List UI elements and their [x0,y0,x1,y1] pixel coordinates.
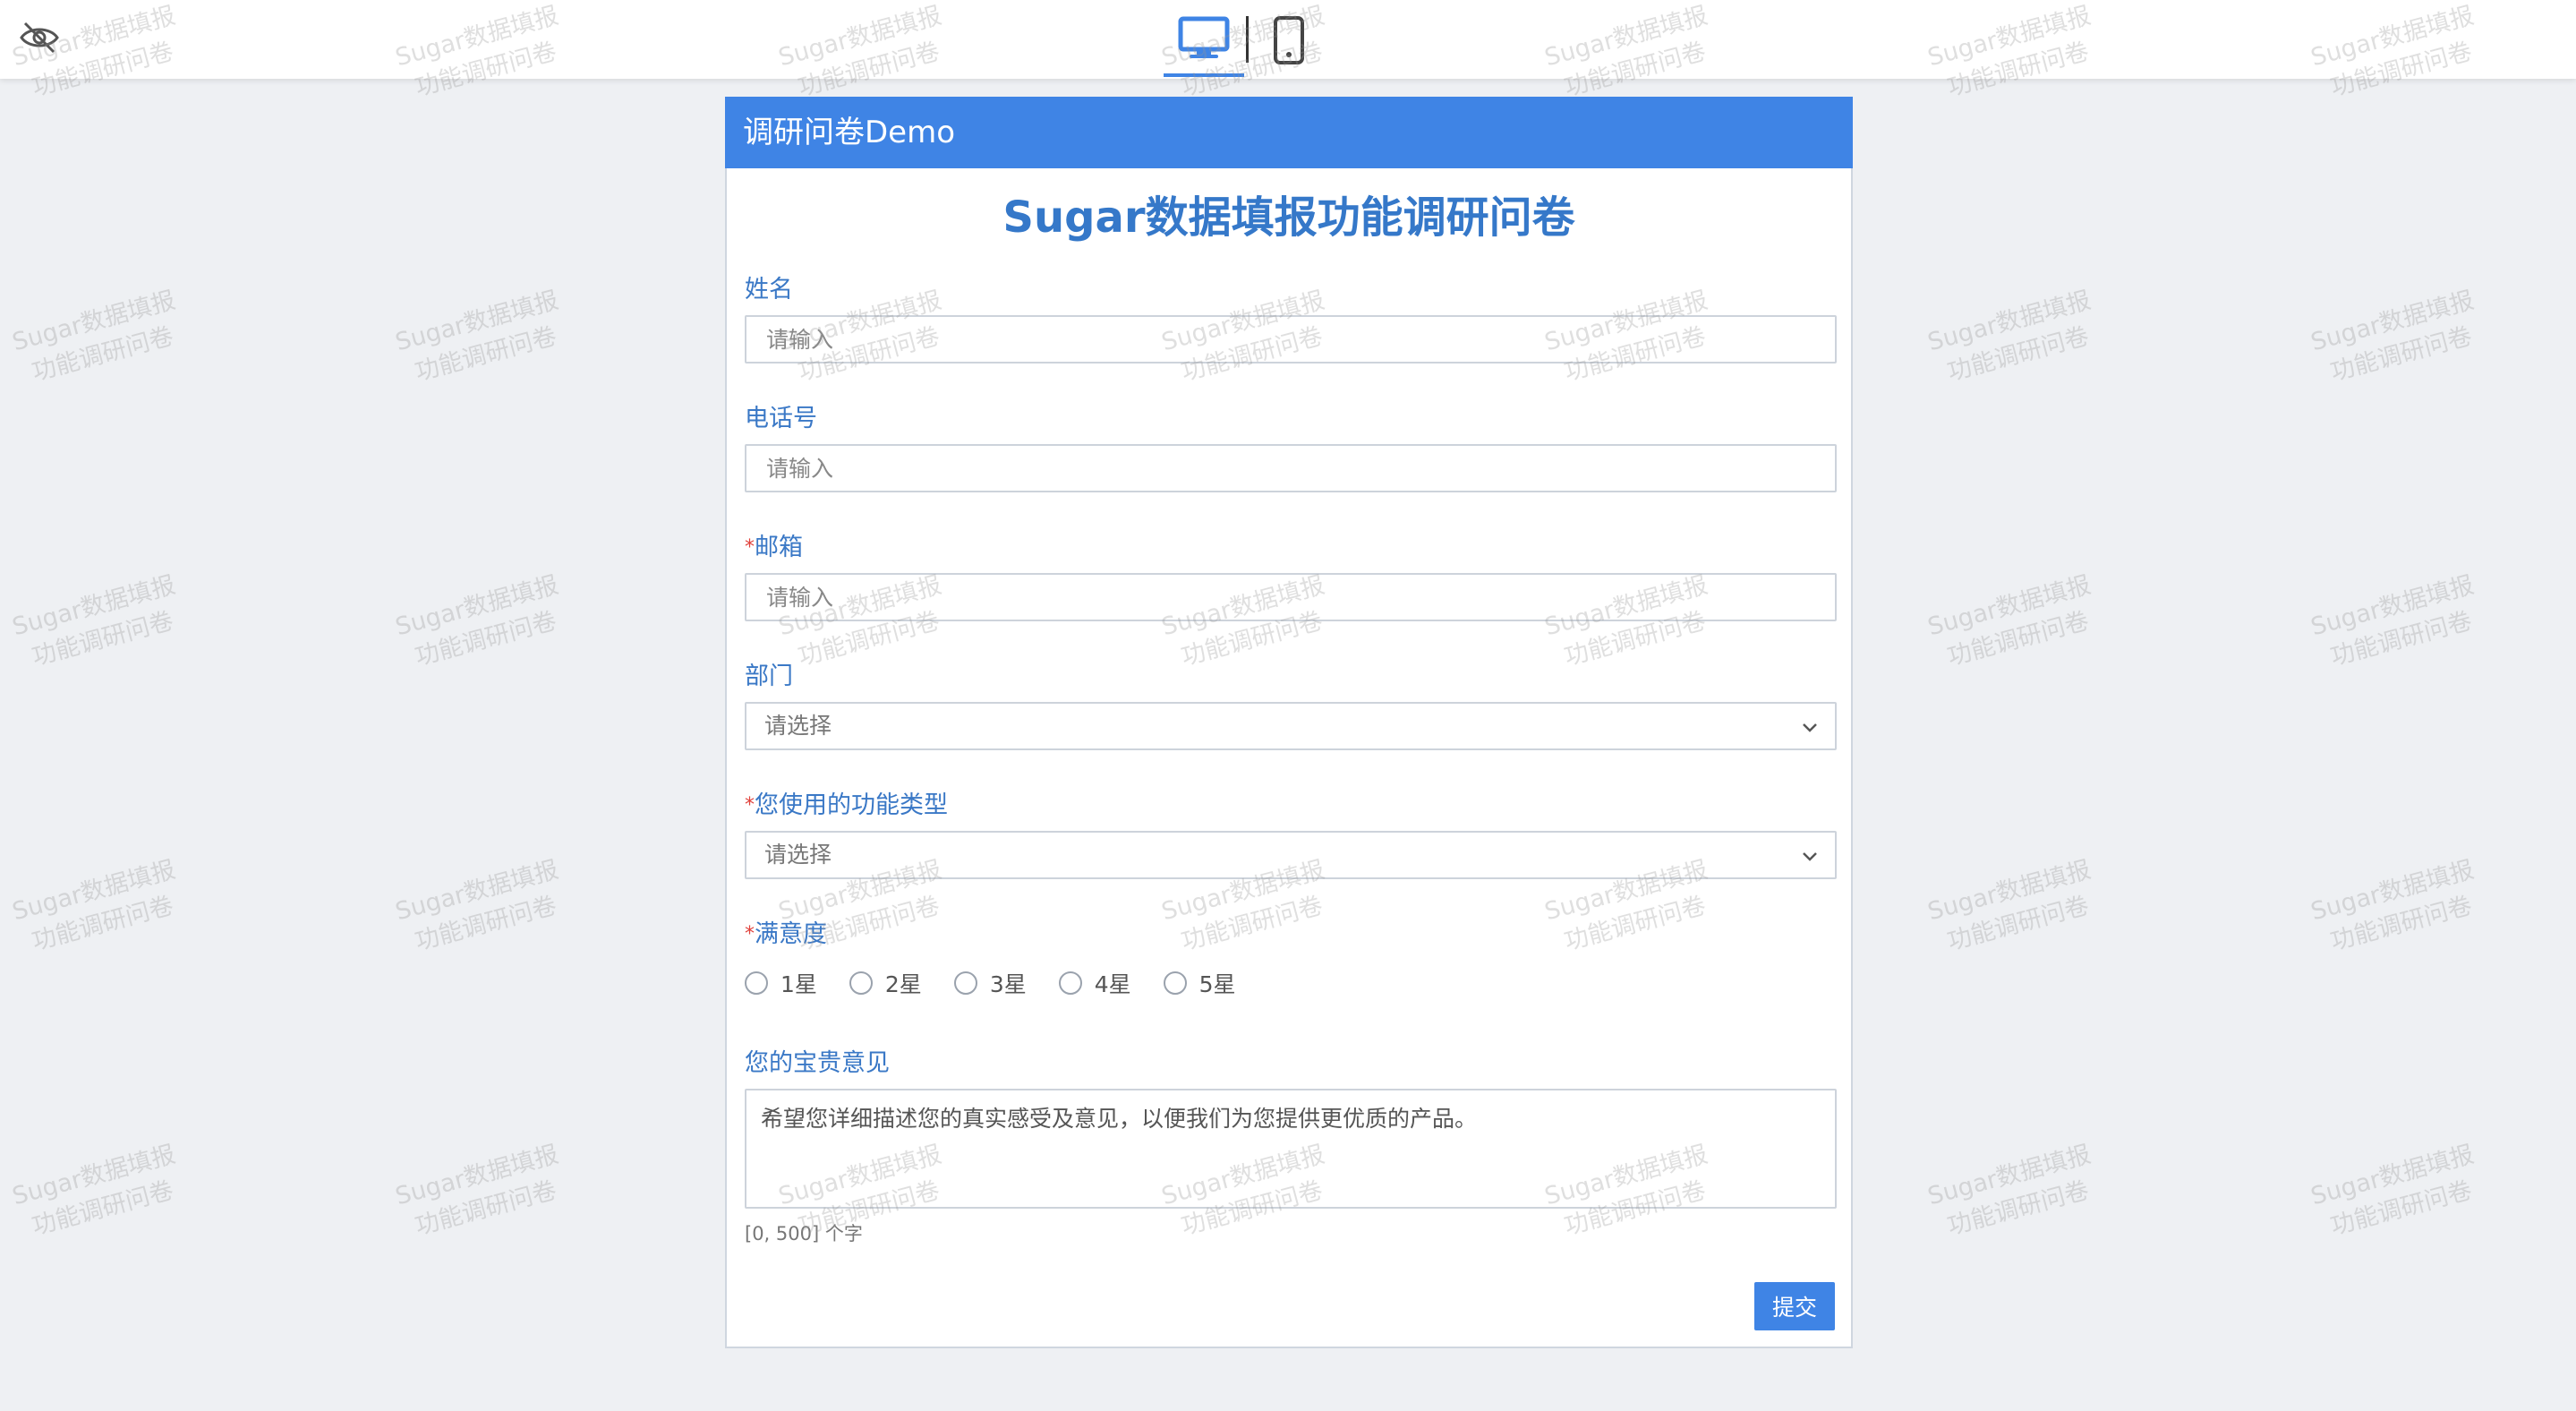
watermark-text: Sugar数据填报 功能调研问卷 [392,1140,562,1241]
feedback-label: 您的宝贵意见 [745,1049,890,1077]
radio-option-3[interactable]: 3星 [953,967,1027,999]
watermark-text: Sugar数据填报 功能调研问卷 [9,855,179,956]
watermark-text: Sugar数据填报 功能调研问卷 [2307,570,2478,671]
feedback-field: 您的宝贵意见 [0, 500] 个字 [745,1048,1837,1246]
mobile-mode-button[interactable] [1262,13,1316,68]
device-divider [1246,16,1249,63]
phone-label: 电话号 [745,405,817,432]
satisfaction-field: *满意度 1星 2星 3星 4星 5星 [745,919,1837,1001]
submit-button[interactable]: 提交 [1754,1282,1835,1330]
radio-circle[interactable] [953,971,977,995]
radio-option-1[interactable]: 1星 [745,967,817,999]
required-mark: * [745,536,755,559]
top-toolbar [0,0,2576,79]
department-select[interactable]: 请选择 [745,702,1837,750]
watermark-text: Sugar数据填报 功能调研问卷 [1924,1140,2094,1241]
radio-circle[interactable] [745,971,768,995]
watermark-text: Sugar数据填报 功能调研问卷 [9,1140,179,1241]
email-input[interactable] [745,573,1837,621]
radio-circle[interactable] [1163,971,1187,995]
required-mark: * [745,923,755,945]
name-field: 姓名 [745,274,1837,363]
watermark-text: Sugar数据填报 功能调研问卷 [392,286,562,387]
watermark-text: Sugar数据填报 功能调研问卷 [9,570,179,671]
watermark-text: Sugar数据填报 功能调研问卷 [9,286,179,387]
survey-form: 调研问卷Demo Sugar数据填报功能调研问卷 姓名 电话号 *邮箱 部门 请… [725,97,1853,1348]
watermark-text: Sugar数据填报 功能调研问卷 [392,570,562,671]
satisfaction-radio-group: 1星 2星 3星 4星 5星 [745,965,1837,1001]
name-input[interactable] [745,315,1837,363]
department-field: 部门 请选择 [745,661,1837,750]
desktop-icon [1178,16,1230,58]
form-title: Sugar数据填报功能调研问卷 [1002,192,1575,243]
email-field: *邮箱 [745,532,1837,621]
email-label: *邮箱 [745,534,803,561]
form-header: 调研问卷Demo [725,97,1853,168]
radio-option-4[interactable]: 4星 [1058,967,1131,999]
phone-field: 电话号 [745,403,1837,492]
department-label: 部门 [745,663,793,690]
device-switch [1164,11,1325,79]
char-count-hint: [0, 500] 个字 [745,1223,863,1244]
chevron-down-icon [1803,723,1817,732]
feature-type-select-value: 请选择 [764,842,832,868]
phone-input[interactable] [745,444,1837,492]
watermark-text: Sugar数据填报 功能调研问卷 [1924,286,2094,387]
mobile-icon [1274,16,1304,64]
feature-type-field: *您使用的功能类型 请选择 [745,790,1837,879]
eye-off-icon[interactable] [18,20,61,56]
name-label: 姓名 [745,276,793,304]
radio-circle[interactable] [1058,971,1082,995]
department-select-value: 请选择 [764,713,832,739]
watermark-text: Sugar数据填报 功能调研问卷 [1924,570,2094,671]
feature-type-select[interactable]: 请选择 [745,831,1837,879]
watermark-text: Sugar数据填报 功能调研问卷 [2307,1140,2478,1241]
feature-type-label: *您使用的功能类型 [745,791,948,819]
feedback-textarea[interactable] [745,1089,1837,1209]
satisfaction-label: *满意度 [745,920,827,948]
desktop-mode-button[interactable] [1164,13,1244,77]
watermark-text: Sugar数据填报 功能调研问卷 [2307,855,2478,956]
chevron-down-icon [1803,852,1817,861]
radio-circle[interactable] [849,971,873,995]
watermark-text: Sugar数据填报 功能调研问卷 [1924,855,2094,956]
radio-option-2[interactable]: 2星 [849,967,922,999]
watermark-text: Sugar数据填报 功能调研问卷 [2307,286,2478,387]
radio-option-5[interactable]: 5星 [1163,967,1236,999]
required-mark: * [745,794,755,817]
watermark-text: Sugar数据填报 功能调研问卷 [392,855,562,956]
